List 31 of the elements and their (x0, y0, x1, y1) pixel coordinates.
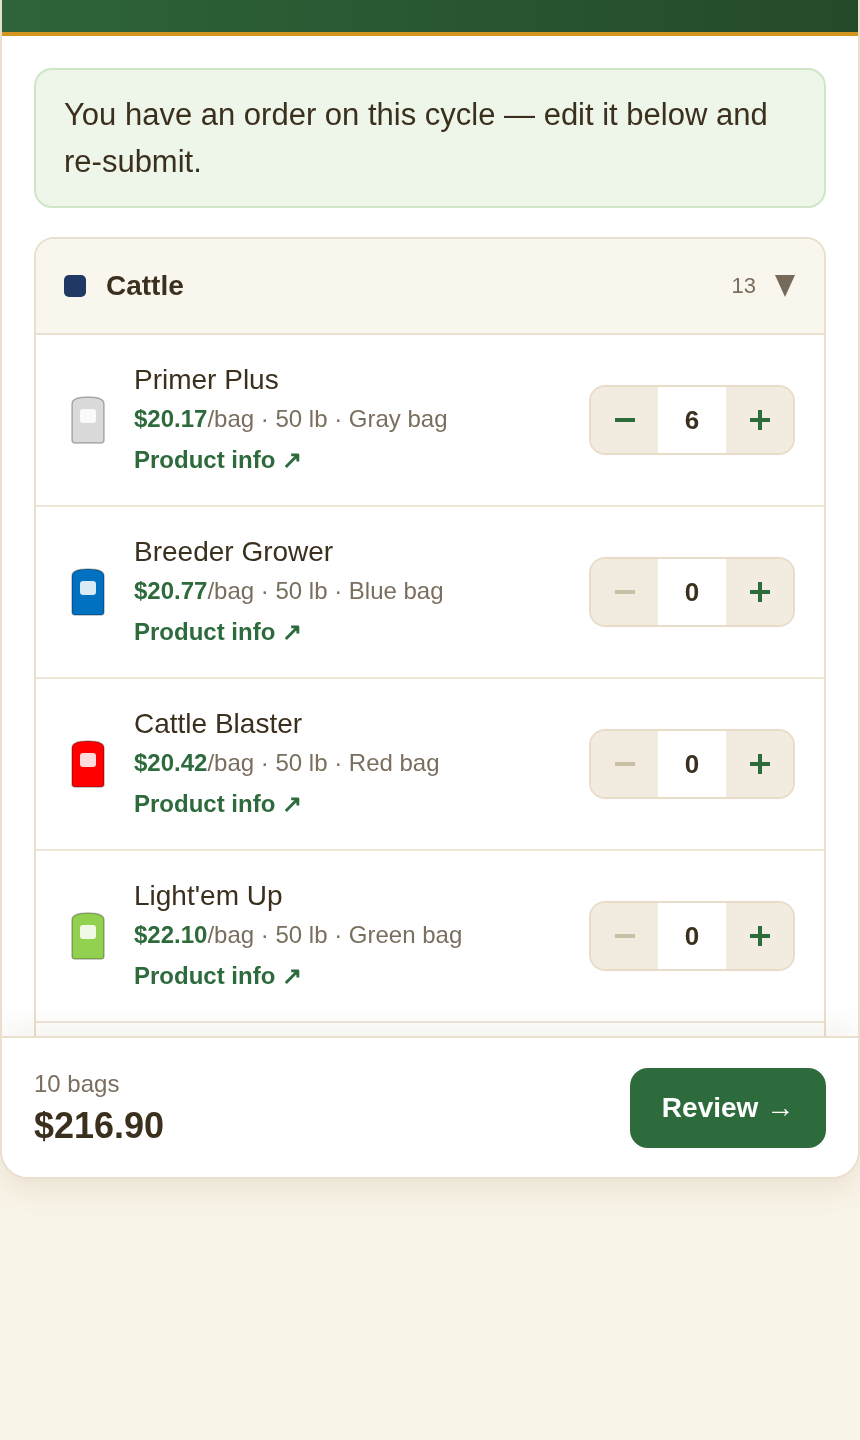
product-info-link[interactable]: Product info ↗ (134, 615, 302, 649)
category-count: 13 (731, 273, 756, 299)
order-total: $216.90 (34, 1104, 165, 1147)
quantity-value: 0 (658, 903, 726, 969)
product-meta: $20.77/bag · 50 lb · Blue bag (134, 576, 444, 606)
plus-icon (749, 582, 770, 602)
minus-icon (614, 762, 635, 766)
plus-icon (749, 754, 770, 774)
product-info-link[interactable]: Product info ↗ (134, 443, 302, 477)
plus-icon (749, 410, 770, 430)
quantity-value: 6 (658, 387, 726, 453)
category-header[interactable]: Cattle 13 (36, 239, 824, 335)
product-info-link[interactable]: Product info ↗ (134, 959, 302, 993)
category-title: Cattle (106, 270, 184, 302)
minus-icon (614, 418, 635, 422)
product-meta: $20.17/bag · 50 lb · Gray bag (134, 404, 448, 434)
review-button[interactable]: Review → (630, 1067, 826, 1148)
product-name: Light'em Up (134, 879, 283, 913)
product-meta: $20.42/bag · 50 lb · Red bag (134, 748, 440, 778)
quantity-value: 0 (658, 559, 726, 625)
product-name: Cattle Blaster (134, 707, 303, 741)
product-info-link[interactable]: Product info ↗ (134, 787, 302, 821)
plus-icon (749, 926, 770, 946)
notice-text: You have an order on this cycle — edit it below and re-submit. (64, 96, 769, 181)
minus-icon (614, 934, 635, 938)
quantity-value: 0 (658, 731, 726, 797)
product-name: Primer Plus (134, 363, 279, 397)
bag-count: 10 bags (34, 1068, 120, 1099)
product-name: Breeder Grower (134, 535, 334, 569)
minus-icon (614, 590, 635, 594)
product-meta: $22.10/bag · 50 lb · Green bag (134, 920, 463, 950)
